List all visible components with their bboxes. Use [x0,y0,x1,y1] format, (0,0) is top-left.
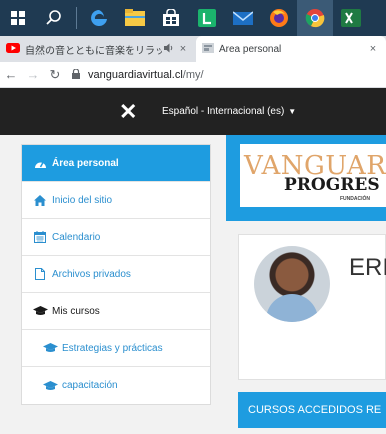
language-label: Español - Internacional (es) [162,106,285,117]
reload-icon[interactable]: ↻ [44,67,66,83]
sidebar-item-estrategias[interactable]: Estrategias y prácticas [22,330,210,367]
speaker-icon[interactable] [162,43,176,56]
tab-area-personal[interactable]: Área personal × [196,36,386,62]
windows-taskbar [0,0,386,36]
sidebar-item-label: Área personal [52,157,119,169]
home-icon [32,194,48,206]
sidebar-item-label: capacitación [62,380,118,391]
excel-icon[interactable] [333,0,369,36]
avatar[interactable] [254,246,330,322]
favicon-icon [202,42,214,57]
sidebar-item-label: Archivos privados [52,268,131,280]
url-host: vanguardiavirtual.cl [88,68,183,81]
recent-courses-header: CURSOS ACCEDIDOS RE [238,392,386,428]
sidebar-item-label: Calendario [52,231,101,243]
chrome-icon[interactable] [297,0,333,36]
sidebar-item-label: Estrategias y prácticas [62,342,163,354]
calendar-icon [32,231,48,243]
search-icon[interactable] [36,0,72,36]
edge-icon[interactable] [81,0,117,36]
sidebar-item-capacitacion[interactable]: capacitación [22,367,210,404]
tab-music[interactable]: 自然の音とともに音楽をリラック × [0,36,196,62]
file-explorer-icon[interactable] [117,0,153,36]
tab-close-button[interactable]: × [176,43,190,55]
recent-courses-title: CURSOS ACCEDIDOS RE [248,404,382,416]
logo-text-progreso: PROGRES [284,175,380,195]
mail-icon[interactable] [225,0,261,36]
sidebar-item-mis-cursos[interactable]: Mis cursos [22,293,210,330]
site-navbar: ✕ Español - Internacional (es) ▼ [0,88,386,135]
tab-close-button[interactable]: × [366,43,380,55]
url-field[interactable]: vanguardiavirtual.cl/my/ [72,67,204,81]
nav-drawer: Área personal Inicio del sitio Calendari… [21,144,211,405]
graduation-cap-icon [32,306,48,316]
user-name: ERI [349,254,386,281]
app-l-icon[interactable] [189,0,225,36]
url-path: /my/ [182,68,204,81]
firefox-icon[interactable] [261,0,297,36]
back-icon[interactable]: ← [0,67,22,82]
avatar-body [266,294,318,322]
graduation-cap-icon [42,380,58,391]
forward-icon[interactable]: → [22,67,44,82]
sidebar-item-label: Inicio del sitio [52,194,113,206]
store-icon[interactable] [153,0,189,36]
site-logo[interactable]: VANGUARD PROGRES FUNDACIÓN [240,144,386,207]
sidebar-item-area-personal[interactable]: Área personal [22,145,210,182]
graduation-cap-icon [42,343,58,353]
tab-label: 自然の音とともに音楽をリラック [25,45,162,57]
sidebar-item-calendario[interactable]: Calendario [22,219,210,256]
address-bar: ← → ↻ vanguardiavirtual.cl/my/ [0,62,386,88]
taskbar-divider [76,7,77,29]
language-menu[interactable]: Español - Internacional (es) ▼ [162,106,296,117]
sidebar-item-label: Mis cursos [52,305,100,317]
caret-down-icon: ▼ [288,107,297,116]
lock-icon [72,67,84,81]
sidebar-item-inicio[interactable]: Inicio del sitio [22,182,210,219]
browser-tab-strip: 自然の音とともに音楽をリラック × Área personal × [0,36,386,62]
tab-label: Área personal [219,43,282,55]
windows-icon[interactable] [0,0,36,36]
logo-text-fundacion: FUNDACIÓN [340,196,370,202]
sidebar-item-archivos[interactable]: Archivos privados [22,256,210,293]
dashboard-icon [32,158,48,169]
file-icon [32,268,48,280]
youtube-icon [6,42,20,56]
close-drawer-button[interactable]: ✕ [119,100,139,123]
